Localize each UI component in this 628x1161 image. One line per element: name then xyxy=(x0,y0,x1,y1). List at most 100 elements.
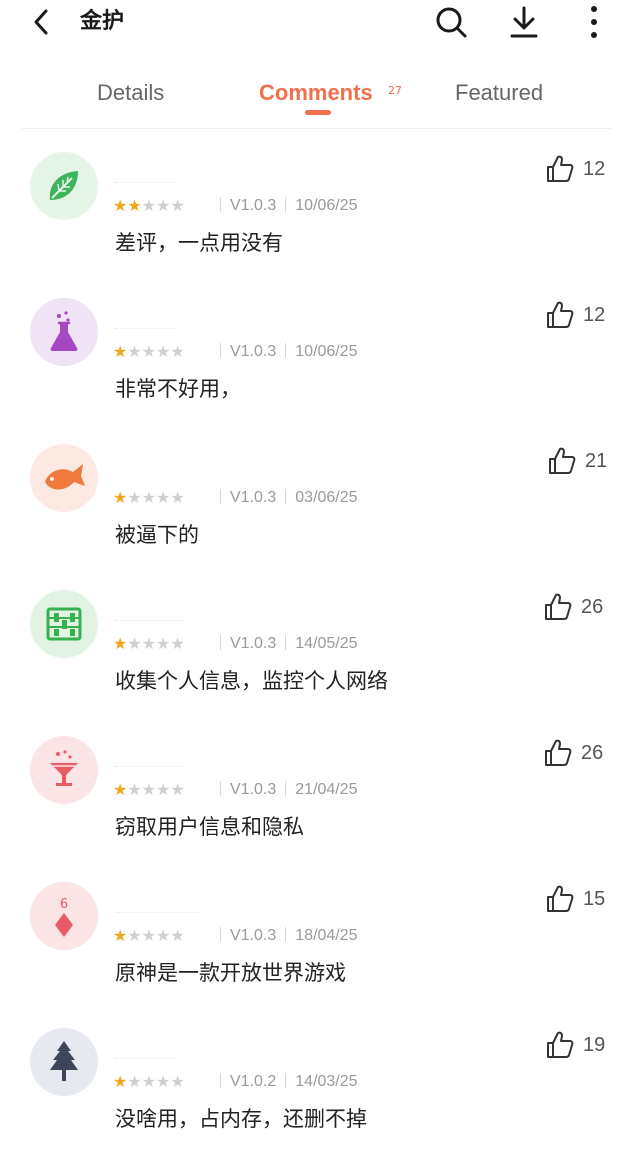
more-options-button[interactable] xyxy=(576,4,612,40)
like-button[interactable]: 12 xyxy=(545,300,605,330)
user-avatar[interactable] xyxy=(30,1028,98,1096)
comment-date: 14/03/25 xyxy=(295,1073,358,1090)
cocktail-icon xyxy=(50,750,78,786)
comment-meta: V1.0.3 10/06/25 xyxy=(211,342,358,362)
username-redacted xyxy=(115,912,200,914)
username-redacted xyxy=(115,182,175,184)
tab-comments[interactable]: Comments xyxy=(259,78,373,108)
app-version: V1.0.3 xyxy=(230,343,277,360)
comment-item: ★★★★★ V1.0.2 14/03/25 没啥用，占内存，还删不掉 19 xyxy=(0,1028,628,1161)
star-rating: ★★★★★ xyxy=(113,342,185,361)
user-avatar[interactable] xyxy=(30,736,98,804)
fish-icon xyxy=(45,464,85,490)
comment-date: 18/04/25 xyxy=(295,927,358,944)
comment-date: 21/04/25 xyxy=(295,781,358,798)
comment-date: 10/06/25 xyxy=(295,197,358,214)
user-avatar[interactable] xyxy=(30,298,98,366)
tabs-divider xyxy=(22,128,612,129)
app-version: V1.0.3 xyxy=(230,927,277,944)
comment-text: 窃取用户信息和隐私 xyxy=(115,815,304,839)
more-vertical-icon xyxy=(591,6,597,38)
like-button[interactable]: 26 xyxy=(543,592,603,622)
like-count: 26 xyxy=(581,741,604,764)
username-redacted xyxy=(115,328,175,330)
username-redacted xyxy=(115,620,185,622)
comment-meta: V1.0.3 14/05/25 xyxy=(211,634,358,654)
thumbs-up-icon xyxy=(547,155,574,182)
app-version: V1.0.2 xyxy=(230,1073,277,1090)
search-icon xyxy=(436,7,467,38)
tab-details[interactable]: Details xyxy=(97,78,164,108)
diamond-card-icon: 6 xyxy=(55,897,73,937)
comment-item: ★★★★★ V1.0.3 03/06/25 被逼下的 21 xyxy=(0,444,628,590)
search-button[interactable] xyxy=(433,4,469,40)
app-version: V1.0.3 xyxy=(230,489,277,506)
download-icon xyxy=(510,6,538,38)
comment-item: ★★★★★ V1.0.3 21/04/25 窃取用户信息和隐私 26 xyxy=(0,736,628,882)
user-avatar[interactable] xyxy=(30,152,98,220)
star-rating: ★★★★★ xyxy=(113,926,185,945)
username-redacted xyxy=(115,766,185,768)
app-version: V1.0.3 xyxy=(230,635,277,652)
thumbs-up-icon xyxy=(545,739,572,766)
app-title: 金护 xyxy=(80,9,125,34)
like-count: 15 xyxy=(583,887,606,910)
comment-text: 原神是一款开放世界游戏 xyxy=(115,961,346,985)
thumbs-up-icon xyxy=(549,447,576,474)
comment-meta: V1.0.3 21/04/25 xyxy=(211,780,358,800)
like-count: 12 xyxy=(583,303,606,326)
comment-meta: V1.0.2 14/03/25 xyxy=(211,1072,358,1092)
comment-text: 非常不好用， xyxy=(115,377,241,401)
app-version: V1.0.3 xyxy=(230,197,277,214)
leaf-icon xyxy=(49,171,78,200)
like-button[interactable]: 21 xyxy=(547,446,607,476)
like-count: 19 xyxy=(583,1033,606,1056)
comment-meta: V1.0.3 10/06/25 xyxy=(211,196,358,216)
comment-text: 收集个人信息，监控个人网络 xyxy=(115,669,388,693)
thumbs-up-icon xyxy=(545,593,572,620)
back-button[interactable] xyxy=(28,6,56,38)
comment-item: 6 ★★★★★ V1.0.3 18/04/25 原神是一款开放世界游戏 15 xyxy=(0,882,628,1028)
thumbs-up-icon xyxy=(547,1031,574,1058)
user-avatar[interactable] xyxy=(30,590,98,658)
comment-meta: V1.0.3 03/06/25 xyxy=(211,488,358,508)
username-redacted xyxy=(115,1058,175,1060)
comment-text: 差评，一点用没有 xyxy=(115,231,283,255)
download-button[interactable] xyxy=(506,4,542,40)
top-bar: 金护 xyxy=(0,0,628,44)
like-button[interactable]: 26 xyxy=(543,738,603,768)
comments-count-badge: 27 xyxy=(388,84,402,97)
like-count: 21 xyxy=(585,449,608,472)
app-version: V1.0.3 xyxy=(230,781,277,798)
like-count: 26 xyxy=(581,595,604,618)
pine-tree-icon xyxy=(50,1041,78,1081)
like-button[interactable]: 15 xyxy=(545,884,605,914)
like-count: 12 xyxy=(583,157,606,180)
user-avatar[interactable]: 6 xyxy=(30,882,98,950)
star-rating: ★★★★★ xyxy=(113,1072,185,1091)
comment-text: 被逼下的 xyxy=(115,523,199,547)
comment-text: 没啥用，占内存，还删不掉 xyxy=(115,1107,367,1131)
flask-icon xyxy=(50,311,78,351)
svg-text:6: 6 xyxy=(60,897,68,912)
star-rating: ★★★★★ xyxy=(113,196,185,215)
comment-item: ★★★★★ V1.0.3 10/06/25 非常不好用， 12 xyxy=(0,298,628,444)
like-button[interactable]: 19 xyxy=(545,1030,605,1060)
comment-item: ★★★★★ V1.0.3 10/06/25 差评，一点用没有 12 xyxy=(0,152,628,298)
user-avatar[interactable] xyxy=(30,444,98,512)
comment-meta: V1.0.3 18/04/25 xyxy=(211,926,358,946)
tab-featured[interactable]: Featured xyxy=(455,78,543,108)
comment-date: 14/05/25 xyxy=(295,635,358,652)
star-rating: ★★★★★ xyxy=(113,488,185,507)
chevron-left-icon xyxy=(34,9,48,35)
thumbs-up-icon xyxy=(547,301,574,328)
comment-date: 10/06/25 xyxy=(295,343,358,360)
comment-date: 03/06/25 xyxy=(295,489,358,506)
like-button[interactable]: 12 xyxy=(545,154,605,184)
tab-bar: Details Comments 27 Featured xyxy=(0,70,628,122)
star-rating: ★★★★★ xyxy=(113,634,185,653)
star-rating: ★★★★★ xyxy=(113,780,185,799)
thumbs-up-icon xyxy=(547,885,574,912)
comment-item: ★★★★★ V1.0.3 14/05/25 收集个人信息，监控个人网络 26 xyxy=(0,590,628,736)
abacus-icon xyxy=(46,607,82,641)
